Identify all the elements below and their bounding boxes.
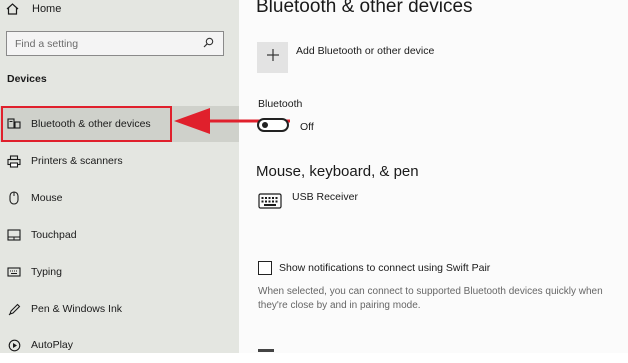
touchpad-icon (7, 228, 21, 242)
bluetooth-devices-icon (7, 117, 21, 131)
search-box[interactable] (6, 31, 224, 56)
keyboard-icon (7, 265, 21, 279)
sidebar-item-touchpad[interactable]: Touchpad (0, 217, 239, 253)
toggle-knob (262, 122, 268, 128)
sidebar-item-typing[interactable]: Typing (0, 254, 239, 290)
bluetooth-toggle[interactable] (257, 118, 289, 132)
sidebar-item-label: Mouse (31, 192, 63, 204)
page-title: Bluetooth & other devices (256, 0, 473, 17)
swift-pair-description: When selected, you can connect to suppor… (258, 286, 603, 311)
sidebar-item-autoplay[interactable]: AutoPlay (0, 327, 239, 363)
home-icon (6, 3, 20, 15)
device-name[interactable]: USB Receiver (292, 191, 358, 203)
swift-pair-label[interactable]: Show notifications to connect using Swif… (279, 262, 490, 274)
home-link[interactable]: Home (6, 0, 61, 18)
sidebar-item-mouse[interactable]: Mouse (0, 180, 239, 216)
printer-icon (7, 154, 21, 168)
section-title: Devices (7, 73, 47, 85)
sidebar-item-label: Bluetooth & other devices (31, 118, 151, 130)
sidebar-item-label: Printers & scanners (31, 155, 123, 167)
search-icon[interactable] (203, 35, 214, 53)
pen-icon (7, 302, 21, 316)
swift-pair-checkbox[interactable] (258, 261, 272, 275)
sidebar-item-pen[interactable]: Pen & Windows Ink (0, 291, 239, 327)
plus-icon (266, 48, 280, 67)
sidebar-item-printers[interactable]: Printers & scanners (0, 143, 239, 179)
autoplay-icon (7, 338, 21, 352)
sidebar-item-label: Typing (31, 266, 62, 278)
sidebar-item-label: Touchpad (31, 229, 77, 241)
bluetooth-state: Off (300, 121, 314, 133)
mouse-section-title: Mouse, keyboard, & pen (256, 163, 419, 180)
sidebar-item-label: Pen & Windows Ink (31, 303, 123, 315)
bottom-edge-fragment (258, 349, 274, 352)
add-device-button[interactable] (257, 42, 288, 73)
mouse-icon (7, 191, 21, 205)
search-input[interactable] (15, 37, 195, 50)
keyboard-device-icon (258, 193, 282, 214)
home-label: Home (32, 3, 62, 15)
bluetooth-label: Bluetooth (258, 98, 303, 110)
sidebar-item-label: AutoPlay (31, 339, 74, 351)
add-device-label[interactable]: Add Bluetooth or other device (296, 45, 434, 57)
